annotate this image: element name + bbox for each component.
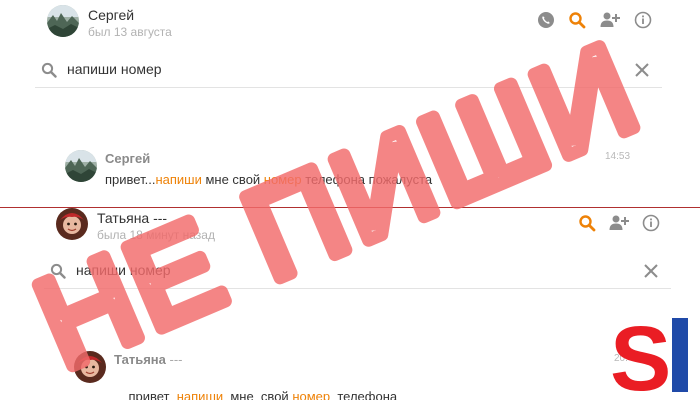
info-icon[interactable] — [633, 10, 653, 30]
avatar[interactable] — [47, 5, 79, 37]
message-segment: телефона — [330, 389, 398, 400]
info-icon[interactable] — [641, 213, 661, 233]
add-user-icon[interactable] — [609, 213, 629, 233]
message-author-name: Татьяна — [114, 352, 166, 367]
contact-status: была 18 минут назад — [97, 228, 215, 242]
search-highlight: напиши — [155, 172, 202, 187]
search-highlight: напиши — [176, 389, 224, 400]
message-time: 20: — [614, 353, 628, 364]
contact-name[interactable]: Татьяна --- — [97, 210, 167, 226]
chat-panel-tatyana: Татьяна --- была 18 минут назад напиши н… — [0, 208, 700, 400]
message-time: 14:53 — [605, 151, 631, 162]
chat-panel-sergey: Сергей был 13 августа напиши номер Серге… — [0, 0, 700, 207]
message-avatar[interactable] — [65, 150, 97, 182]
message-segment: телефона пожалуста — [301, 172, 433, 187]
search-icon[interactable] — [567, 10, 587, 30]
search-icon — [50, 263, 66, 279]
message-author-suffix: --- — [169, 352, 183, 367]
search-icon[interactable] — [577, 213, 597, 233]
message-segment: мне свой — [223, 389, 293, 400]
message-segment: мне свой — [201, 172, 264, 187]
phone-icon[interactable] — [536, 10, 556, 30]
search-highlight: номер — [263, 172, 302, 187]
message-text: привет напиши мне свой номер телефона — [114, 374, 397, 400]
message-segment: привет — [128, 389, 177, 400]
search-input[interactable]: напиши номер — [67, 61, 162, 77]
contact-name[interactable]: Сергей — [88, 7, 134, 23]
message-avatar[interactable] — [74, 351, 106, 383]
avatar[interactable] — [56, 208, 88, 240]
message-author[interactable]: Сергей — [105, 151, 150, 166]
search-icon — [41, 62, 57, 78]
contact-status: был 13 августа — [88, 25, 172, 39]
close-icon[interactable] — [642, 262, 660, 280]
search-input[interactable]: напиши номер — [76, 262, 171, 278]
close-icon[interactable] — [633, 61, 651, 79]
message-text: привет...напиши мне свой номер телефона … — [105, 172, 432, 187]
message-segment: привет... — [105, 172, 156, 187]
message-search-bar[interactable]: напиши номер — [44, 253, 671, 289]
search-highlight: номер — [292, 389, 331, 400]
add-user-icon[interactable] — [600, 10, 620, 30]
message-author[interactable]: Татьяна --- — [114, 352, 183, 367]
message-search-bar[interactable]: напиши номер — [35, 52, 662, 88]
